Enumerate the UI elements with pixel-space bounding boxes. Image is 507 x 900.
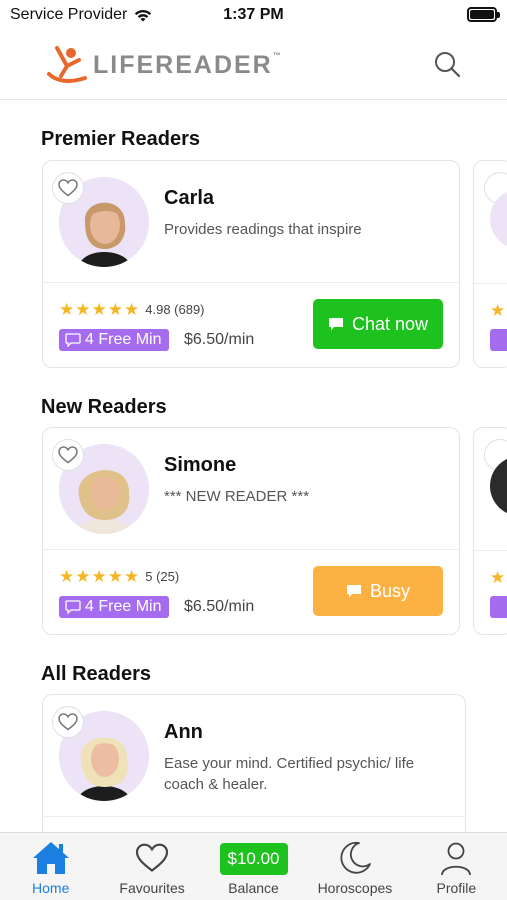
- star-icon: ★: [59, 300, 75, 319]
- logo-text: LIFEREADER™: [93, 51, 281, 80]
- free-minutes-badge: [490, 329, 507, 351]
- reader-card-peek[interactable]: ★: [473, 427, 507, 635]
- rating-value: 4.98 (689): [145, 302, 205, 317]
- reader-card-carla[interactable]: Carla Provides readings that inspire ★ ★ ★…: [42, 160, 460, 368]
- new-readers-title: New Readers: [41, 396, 167, 418]
- moon-icon: [337, 839, 373, 877]
- reader-card-peek[interactable]: ★: [473, 160, 507, 368]
- reader-name[interactable]: Simone: [164, 454, 236, 477]
- star-icon: ★: [124, 567, 140, 586]
- reader-description: Ease your mind. Certified psychic/ life …: [164, 755, 415, 793]
- reader-description: Provides readings that inspire: [164, 221, 362, 238]
- tab-horoscopes[interactable]: Horoscopes: [304, 833, 405, 900]
- rating-value: 5 (25): [145, 569, 180, 584]
- star-icon: ★: [91, 300, 107, 319]
- chat-bubble-icon: [65, 333, 81, 347]
- divider: [474, 550, 507, 551]
- busy-label: Busy: [369, 580, 411, 601]
- reader-name[interactable]: Ann: [164, 721, 203, 744]
- reader-description: *** NEW READER ***: [164, 488, 310, 505]
- star-icon: ★: [107, 300, 123, 319]
- status-bar: Service Provider 1:37 PM: [0, 0, 507, 30]
- chat-bubble-icon: [65, 600, 81, 614]
- app-header: LIFEREADER™: [0, 30, 507, 100]
- chat-now-label: Chat now: [351, 313, 429, 334]
- favourite-button[interactable]: [52, 172, 84, 204]
- favourite-button[interactable]: [52, 439, 84, 471]
- tab-label: Profile: [436, 880, 477, 896]
- card-header: Ann Ease your mind. Certified psychic/ l…: [43, 695, 465, 817]
- free-minutes-badge: 4 Free Min: [59, 596, 170, 618]
- logo-trademark: ™: [272, 50, 281, 60]
- price-per-minute: $6.50/min: [184, 331, 255, 348]
- star-icon: ★: [490, 301, 506, 320]
- busy-button[interactable]: Busy: [313, 566, 443, 616]
- tab-home[interactable]: Home: [0, 833, 101, 900]
- tab-label: Favourites: [119, 880, 185, 896]
- tab-label: Balance: [228, 880, 279, 896]
- star-icon: ★: [124, 300, 140, 319]
- favourite-button[interactable]: [52, 706, 84, 738]
- reader-card-ann[interactable]: Ann Ease your mind. Certified psychic/ l…: [42, 694, 466, 854]
- bottom-tab-bar: Home Favourites $10.00 Balance Horoscope…: [0, 832, 507, 900]
- tab-label: Home: [32, 880, 70, 896]
- free-minutes-badge: 4 Free Min: [59, 329, 170, 351]
- free-minutes-label: 4 Free Min: [85, 331, 162, 348]
- free-minutes-badge: [490, 596, 507, 618]
- battery-icon: [467, 7, 500, 22]
- search-icon: [435, 52, 461, 78]
- tab-label: Horoscopes: [317, 880, 393, 896]
- search-button[interactable]: [433, 50, 461, 78]
- heart-icon: [58, 179, 78, 197]
- rating-stars: ★ ★ ★ ★ ★ 5 (25): [59, 568, 179, 585]
- free-minutes-label: 4 Free Min: [85, 598, 162, 615]
- chat-icon: [328, 317, 343, 330]
- star-icon: ★: [75, 300, 91, 319]
- lifereader-logo[interactable]: LIFEREADER™: [45, 44, 281, 86]
- logo-wordmark: LIFEREADER: [93, 50, 273, 79]
- premier-readers-title: Premier Readers: [41, 128, 200, 150]
- chat-now-button[interactable]: Chat now: [313, 299, 443, 349]
- tab-balance[interactable]: $10.00 Balance: [203, 833, 304, 900]
- home-icon: [31, 839, 71, 877]
- reader-name[interactable]: Carla: [164, 187, 214, 210]
- logo-figure-icon: [47, 46, 87, 83]
- rating-stars: ★ ★ ★ ★ ★ 4.98 (689): [59, 301, 205, 318]
- tab-profile[interactable]: Profile: [406, 833, 507, 900]
- person-icon: [438, 839, 474, 877]
- star-icon: ★: [75, 567, 91, 586]
- star-icon: ★: [91, 567, 107, 586]
- status-time: 1:37 PM: [223, 6, 284, 23]
- star-icon: ★: [59, 567, 75, 586]
- divider: [474, 283, 507, 284]
- star-icon: ★: [107, 567, 123, 586]
- chat-icon: [346, 584, 361, 597]
- heart-icon: [58, 446, 78, 464]
- all-readers-title: All Readers: [41, 663, 152, 685]
- balance-amount: $10.00: [219, 843, 288, 875]
- price-per-minute: $6.50/min: [184, 598, 255, 615]
- card-header: Simone *** NEW READER ***: [43, 428, 459, 550]
- reader-card-simone[interactable]: Simone *** NEW READER *** ★ ★ ★ ★ ★ 5 (25) 4…: [42, 427, 460, 635]
- tab-favourites[interactable]: Favourites: [101, 833, 202, 900]
- heart-icon: [135, 839, 169, 877]
- star-icon: ★: [490, 568, 506, 587]
- card-header: Carla Provides readings that inspire: [43, 161, 459, 283]
- heart-icon: [58, 713, 78, 731]
